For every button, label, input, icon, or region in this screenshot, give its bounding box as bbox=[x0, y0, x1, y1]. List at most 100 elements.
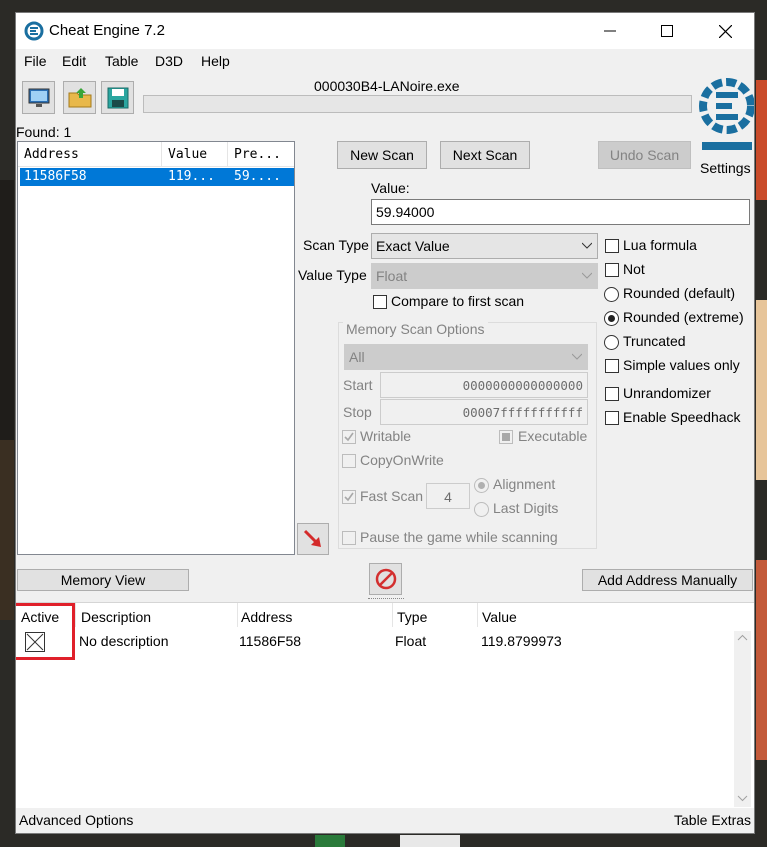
cheat-table[interactable]: Active Description Address Type Value No… bbox=[16, 602, 754, 808]
memory-region-value: All bbox=[349, 349, 365, 365]
rounded-extreme-label: Rounded (extreme) bbox=[623, 309, 744, 325]
maximize-button[interactable] bbox=[638, 13, 696, 49]
found-address-list[interactable]: Address Value Pre... 11586F58 119... 59.… bbox=[17, 141, 295, 555]
fast-scan-checkbox[interactable] bbox=[342, 490, 356, 504]
unrandomizer-label: Unrandomizer bbox=[623, 385, 711, 401]
start-address-input[interactable]: 0000000000000000 bbox=[380, 372, 588, 398]
process-name: 000030B4-LANoire.exe bbox=[314, 78, 460, 94]
row-description[interactable]: No description bbox=[79, 633, 169, 649]
executable-label: Executable bbox=[518, 428, 588, 444]
stop-label: Stop bbox=[343, 404, 372, 420]
advanced-options-link[interactable]: Advanced Options bbox=[19, 812, 133, 828]
alignment-radio[interactable] bbox=[474, 478, 489, 493]
table-scrollbar[interactable] bbox=[734, 631, 751, 807]
row-table-value[interactable]: 119.8799973 bbox=[481, 633, 562, 649]
scan-type-label: Scan Type bbox=[303, 237, 369, 253]
menu-file[interactable]: File bbox=[24, 53, 47, 69]
scan-type-select[interactable]: Exact Value bbox=[371, 233, 598, 259]
minimize-button[interactable] bbox=[581, 13, 639, 49]
address-list-row[interactable]: 11586F58 119... 59.... bbox=[20, 168, 294, 186]
writable-checkbox[interactable] bbox=[342, 430, 356, 444]
value-type-label: Value Type bbox=[298, 267, 367, 283]
select-process-button[interactable] bbox=[22, 81, 55, 114]
last-digits-label: Last Digits bbox=[493, 500, 559, 516]
row-previous: 59.... bbox=[234, 169, 281, 184]
last-digits-radio[interactable] bbox=[474, 502, 489, 517]
new-scan-button[interactable]: New Scan bbox=[337, 141, 427, 169]
memory-view-button[interactable]: Memory View bbox=[17, 569, 189, 591]
stop-icon bbox=[375, 568, 396, 590]
save-file-button[interactable] bbox=[101, 81, 134, 114]
executable-checkbox[interactable] bbox=[499, 430, 513, 444]
not-checkbox[interactable] bbox=[605, 263, 619, 277]
writable-label: Writable bbox=[360, 428, 412, 444]
checkmark-icon bbox=[344, 432, 354, 442]
rounded-default-radio[interactable] bbox=[604, 287, 619, 302]
add-to-table-button[interactable] bbox=[297, 523, 329, 555]
table-column-address[interactable]: Address bbox=[241, 609, 292, 625]
chevron-down-icon bbox=[572, 353, 582, 360]
address-list-header: Address Value Pre... bbox=[18, 142, 294, 167]
menu-help[interactable]: Help bbox=[201, 53, 230, 69]
truncated-radio[interactable] bbox=[604, 335, 619, 350]
add-address-manually-button[interactable]: Add Address Manually bbox=[582, 569, 753, 591]
column-previous[interactable]: Pre... bbox=[234, 147, 281, 162]
compare-first-scan-checkbox[interactable] bbox=[373, 295, 387, 309]
rounded-default-label: Rounded (default) bbox=[623, 285, 736, 301]
clear-list-button[interactable] bbox=[369, 563, 402, 595]
undo-scan-button[interactable]: Undo Scan bbox=[598, 141, 691, 169]
table-extras-link[interactable]: Table Extras bbox=[674, 812, 751, 828]
speedhack-checkbox[interactable] bbox=[605, 411, 619, 425]
memory-scan-options-title: Memory Scan Options bbox=[343, 321, 488, 337]
menu-bar: File Edit Table D3D Help bbox=[16, 51, 754, 73]
unrandomizer-checkbox[interactable] bbox=[605, 387, 619, 401]
truncated-label: Truncated bbox=[623, 333, 686, 349]
cheat-engine-app-icon bbox=[24, 21, 44, 41]
red-arrow-icon bbox=[303, 529, 321, 547]
chevron-down-icon bbox=[582, 272, 592, 279]
scan-progress-bar bbox=[143, 95, 692, 113]
computer-icon bbox=[28, 88, 49, 107]
stop-address-input[interactable]: 00007fffffffffff bbox=[380, 399, 588, 425]
table-column-value[interactable]: Value bbox=[482, 609, 517, 625]
simple-values-label: Simple values only bbox=[623, 357, 740, 373]
column-address[interactable]: Address bbox=[24, 147, 79, 162]
pause-game-label: Pause the game while scanning bbox=[360, 529, 558, 545]
row-address: 11586F58 bbox=[24, 169, 87, 184]
menu-d3d[interactable]: D3D bbox=[155, 53, 183, 69]
menu-table[interactable]: Table bbox=[105, 53, 138, 69]
table-column-type[interactable]: Type bbox=[397, 609, 427, 625]
close-button[interactable] bbox=[696, 13, 754, 49]
row-value: 119... bbox=[168, 169, 215, 184]
fast-scan-value-input[interactable]: 4 bbox=[426, 483, 470, 509]
chevron-up-icon bbox=[737, 634, 748, 641]
chevron-down-icon bbox=[737, 795, 748, 802]
column-value[interactable]: Value bbox=[168, 147, 207, 162]
row-type[interactable]: Float bbox=[395, 633, 426, 649]
scan-value-input[interactable]: 59.94000 bbox=[371, 199, 750, 225]
minimize-icon bbox=[604, 30, 616, 32]
close-icon bbox=[718, 24, 732, 38]
simple-values-checkbox[interactable] bbox=[605, 359, 619, 373]
chevron-down-icon bbox=[582, 242, 592, 249]
speedhack-label: Enable Speedhack bbox=[623, 409, 741, 425]
value-type-select[interactable]: Float bbox=[371, 263, 598, 289]
memory-region-select[interactable]: All bbox=[344, 344, 588, 370]
compare-first-scan-label: Compare to first scan bbox=[391, 293, 525, 309]
cheat-engine-logo-icon[interactable] bbox=[698, 73, 755, 157]
value-label: Value: bbox=[371, 180, 410, 196]
rounded-extreme-radio[interactable] bbox=[604, 311, 619, 326]
lua-formula-checkbox[interactable] bbox=[605, 239, 619, 253]
open-file-button[interactable] bbox=[63, 81, 96, 114]
menu-edit[interactable]: Edit bbox=[62, 53, 86, 69]
window-title: Cheat Engine 7.2 bbox=[49, 22, 165, 39]
open-folder-icon bbox=[68, 87, 91, 107]
next-scan-button[interactable]: Next Scan bbox=[440, 141, 530, 169]
fast-scan-label: Fast Scan bbox=[360, 488, 424, 504]
table-column-description[interactable]: Description bbox=[81, 609, 151, 625]
cheat-engine-window: Cheat Engine 7.2 File Edit Table D3D Hel… bbox=[15, 12, 755, 834]
settings-label[interactable]: Settings bbox=[700, 160, 751, 176]
copy-on-write-checkbox[interactable] bbox=[342, 454, 356, 468]
row-table-address[interactable]: 11586F58 bbox=[239, 633, 301, 649]
pause-game-checkbox[interactable] bbox=[342, 531, 356, 545]
